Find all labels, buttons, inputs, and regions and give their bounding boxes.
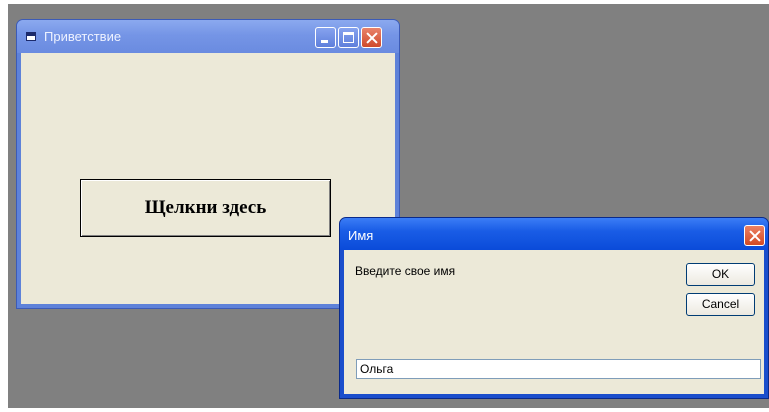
- cancel-button[interactable]: Cancel: [686, 293, 755, 316]
- dialog-title: Имя: [348, 228, 374, 243]
- dialog-titlebar[interactable]: Имя: [340, 218, 768, 250]
- dialog-close-button[interactable]: [744, 225, 765, 246]
- app-window-icon[interactable]: [26, 32, 36, 41]
- ok-button[interactable]: OK: [686, 263, 755, 286]
- dialog-client: Введите свое имя OK Cancel: [344, 250, 764, 394]
- maximize-button[interactable]: [338, 27, 359, 48]
- click-here-button[interactable]: Щелкни здесь: [80, 179, 331, 237]
- minimize-button[interactable]: [315, 27, 336, 48]
- greeting-window-titlebar[interactable]: Приветствие: [17, 20, 399, 53]
- greeting-window-title: Приветствие: [44, 29, 122, 44]
- name-input-dialog[interactable]: Имя Введите свое имя OK Cancel: [339, 217, 769, 399]
- name-input[interactable]: [356, 359, 761, 379]
- dialog-prompt: Введите свое имя: [355, 264, 456, 278]
- close-button[interactable]: [361, 27, 382, 48]
